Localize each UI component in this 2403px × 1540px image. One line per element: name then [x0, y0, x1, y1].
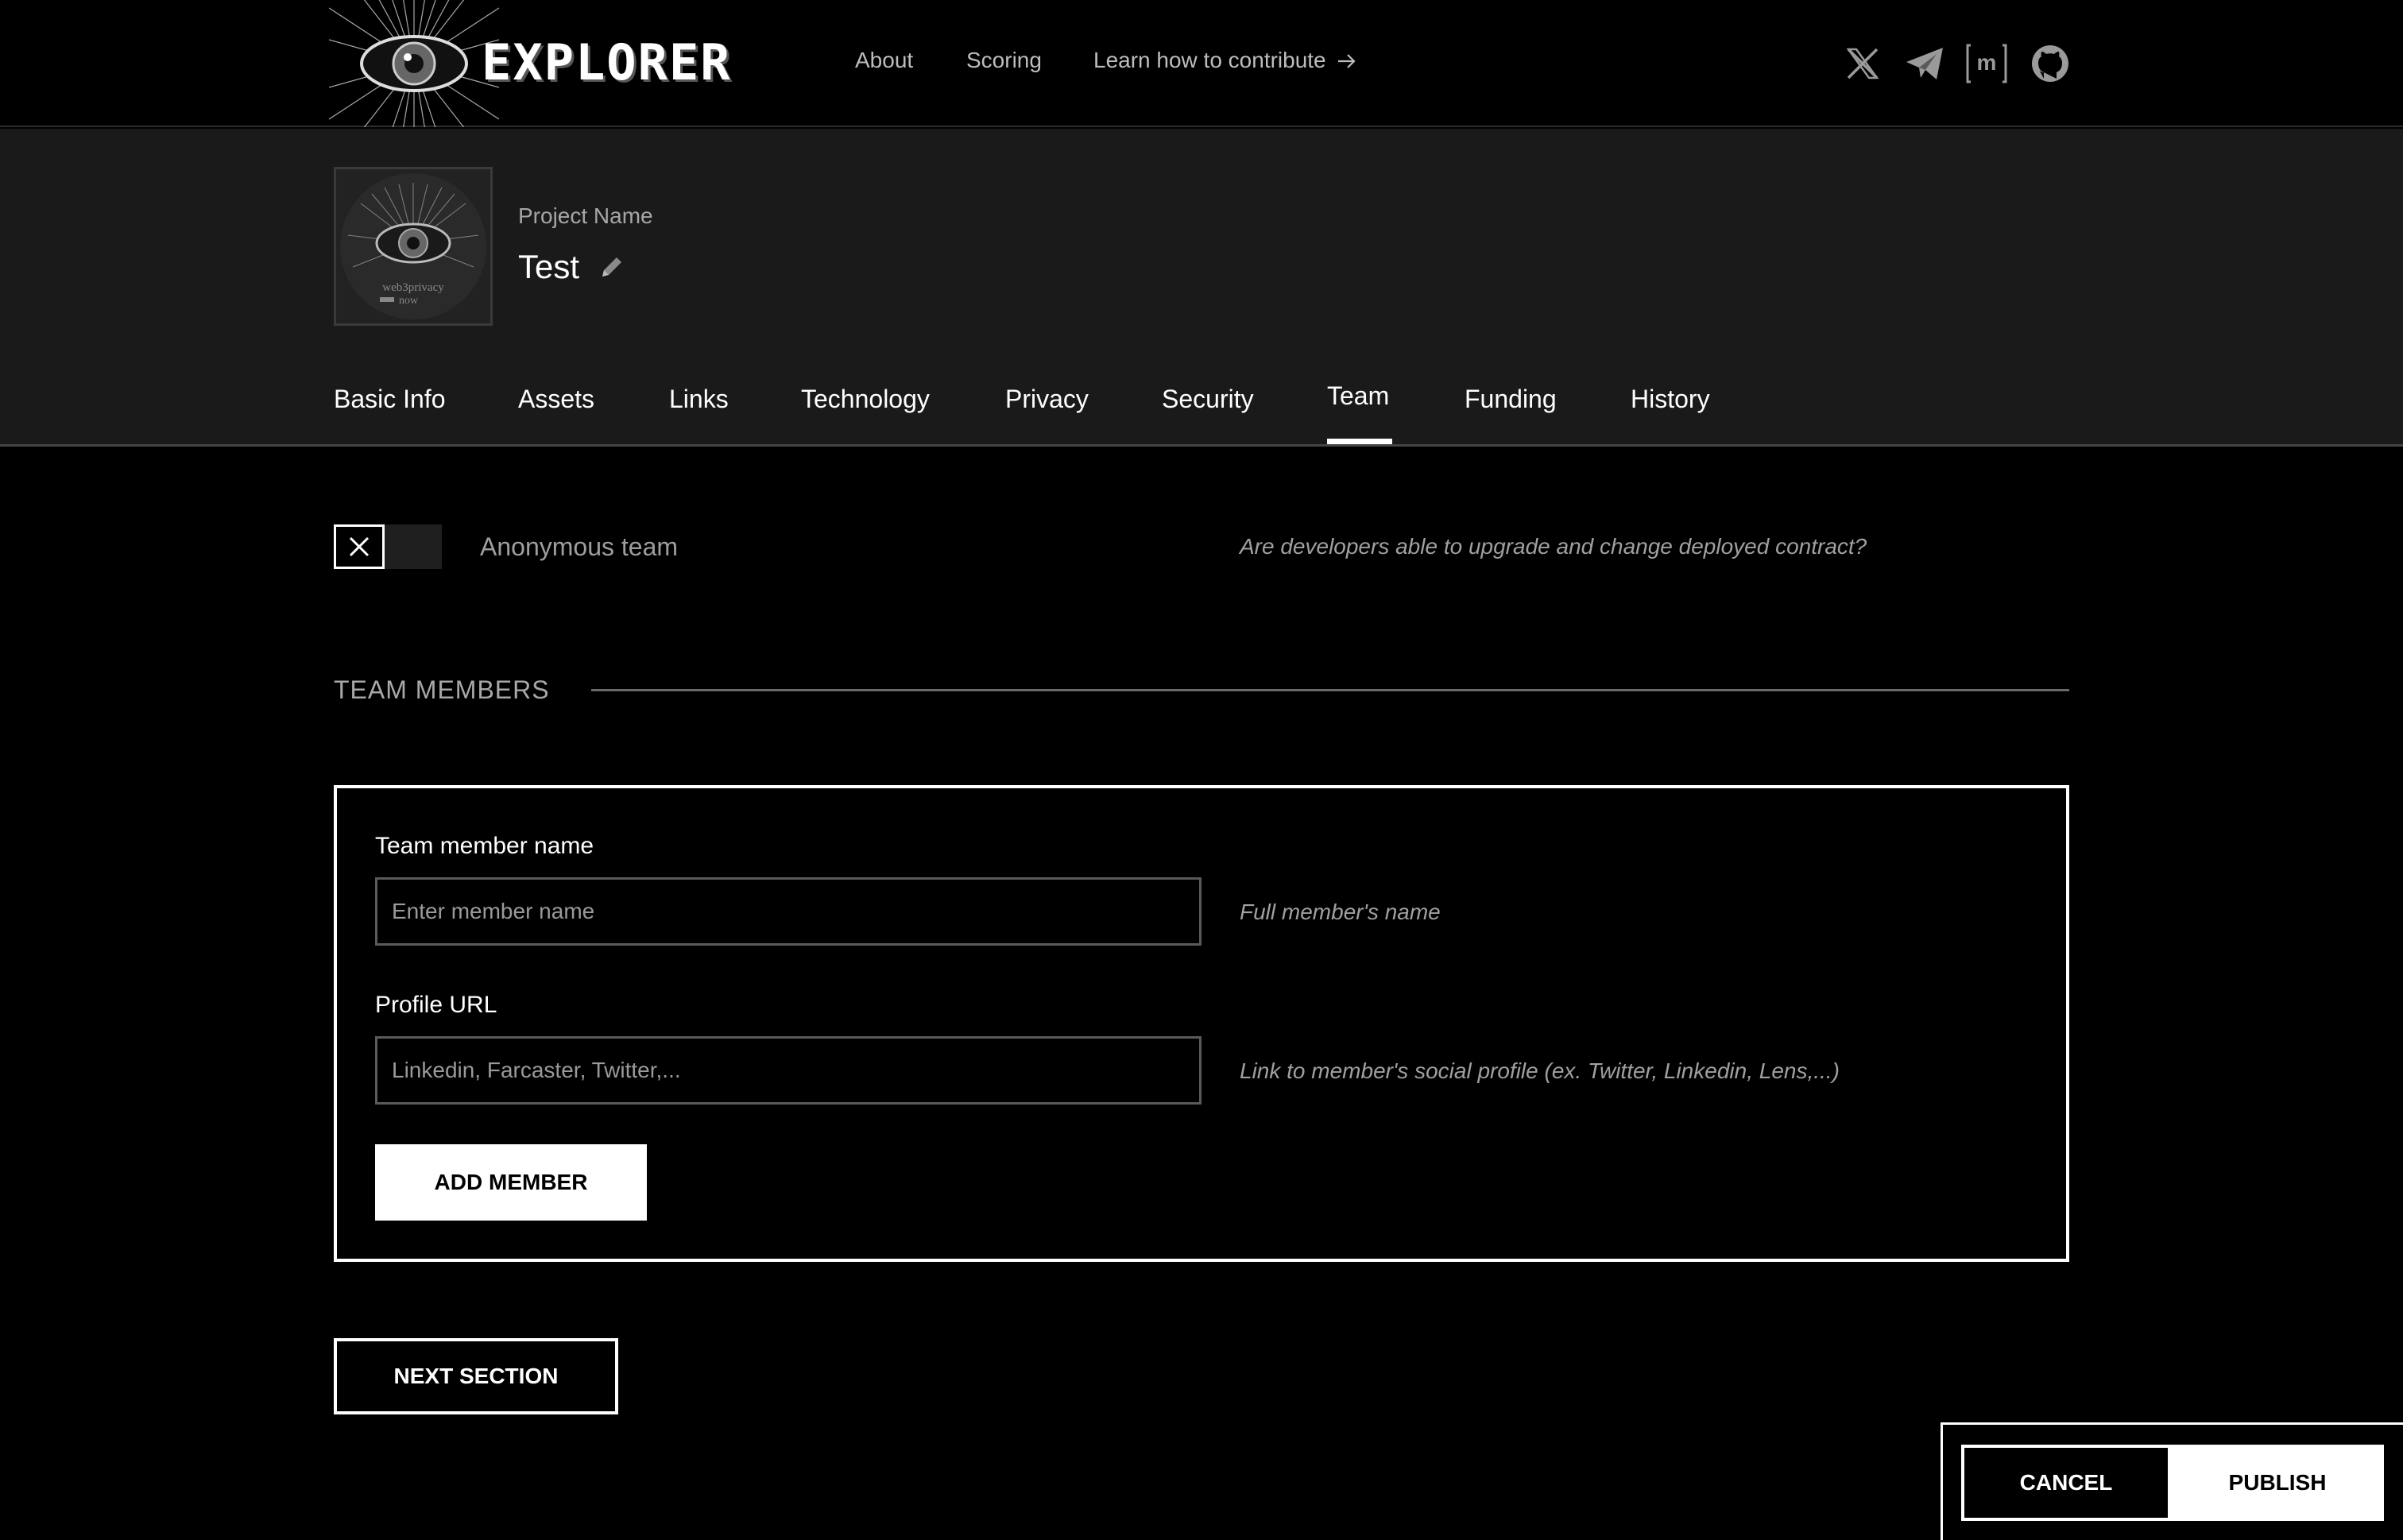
- team-members-title: TEAM MEMBERS: [334, 675, 550, 704]
- project-name: Test: [518, 248, 580, 285]
- pencil-icon[interactable]: [598, 253, 626, 281]
- anonymous-team-label: Anonymous team: [480, 532, 679, 561]
- tab-team[interactable]: Team: [1327, 381, 1389, 411]
- toggle-knob: [334, 524, 385, 569]
- nav-link-about[interactable]: About: [855, 48, 913, 73]
- nav-link-contribute-label: Learn how to contribute: [1093, 48, 1326, 72]
- section-tabs: Basic Info Assets Links Technology Priva…: [0, 380, 2403, 447]
- profile-url-label: Profile URL: [375, 992, 497, 1018]
- x-icon[interactable]: [1840, 41, 1885, 86]
- tab-privacy[interactable]: Privacy: [1005, 385, 1089, 414]
- next-section-button[interactable]: NEXT SECTION: [334, 1338, 618, 1414]
- tab-security[interactable]: Security: [1162, 385, 1254, 414]
- anonymous-team-hint: Are developers able to upgrade and chang…: [1240, 534, 1867, 559]
- eye-logo-icon[interactable]: [329, 0, 499, 127]
- nav-link-scoring[interactable]: Scoring: [966, 48, 1042, 73]
- add-member-button[interactable]: ADD MEMBER: [375, 1144, 647, 1221]
- top-navigation-bar: EXPLORER About Scoring Learn how to cont…: [0, 0, 2403, 127]
- tab-technology[interactable]: Technology: [801, 385, 930, 414]
- profile-url-hint: Link to member's social profile (ex. Twi…: [1240, 1058, 1840, 1083]
- tab-funding[interactable]: Funding: [1465, 385, 1557, 414]
- active-tab-indicator: [1327, 439, 1392, 444]
- tab-assets[interactable]: Assets: [518, 385, 594, 414]
- member-name-input[interactable]: [375, 877, 1202, 946]
- tab-links[interactable]: Links: [669, 385, 729, 414]
- member-name-label: Team member name: [375, 833, 594, 859]
- tab-basic-info[interactable]: Basic Info: [334, 385, 446, 414]
- tab-history[interactable]: History: [1631, 385, 1710, 414]
- telegram-icon[interactable]: [1902, 41, 1947, 86]
- avatar-text-line2: now: [399, 295, 419, 307]
- publish-button[interactable]: PUBLISH: [2171, 1445, 2384, 1521]
- close-icon: [349, 536, 370, 557]
- project-name-label: Project Name: [518, 203, 653, 228]
- avatar-text-line1: web3privacy: [382, 281, 444, 294]
- github-icon[interactable]: [2028, 41, 2072, 86]
- arrow-right-icon: [1338, 54, 1356, 68]
- section-divider: [591, 689, 2069, 691]
- logo-wordmark[interactable]: EXPLORER: [482, 33, 732, 91]
- svg-text:m: m: [1977, 50, 1997, 75]
- project-avatar[interactable]: web3privacy now: [334, 167, 493, 326]
- anonymous-team-toggle[interactable]: [334, 524, 442, 569]
- matrix-icon[interactable]: m: [1964, 41, 2009, 86]
- member-name-hint: Full member's name: [1240, 900, 1441, 924]
- profile-url-input[interactable]: [375, 1036, 1202, 1105]
- cancel-button[interactable]: CANCEL: [1961, 1445, 2171, 1521]
- nav-link-contribute[interactable]: Learn how to contribute: [1093, 48, 1357, 73]
